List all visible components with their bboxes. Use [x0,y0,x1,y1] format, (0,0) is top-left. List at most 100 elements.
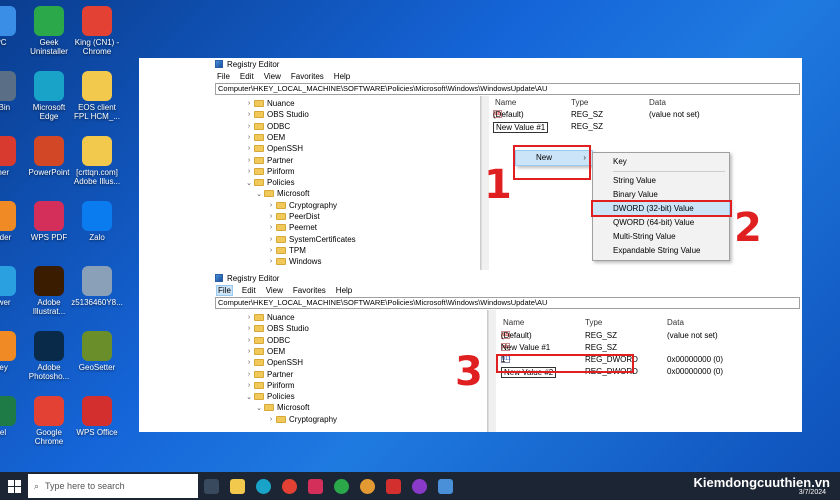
value-name-edit[interactable]: New Value #1 [493,122,549,133]
edge-icon[interactable] [250,473,276,499]
menu-item-qword-value[interactable]: QWORD (64-bit) Value [593,216,729,230]
tree-item[interactable]: › Nuance [245,98,295,109]
chevron-right-icon[interactable]: › [245,123,253,130]
desktop-icon[interactable]: WPS Office [66,396,128,437]
tree-item[interactable]: › Nuance [245,312,295,323]
menu-view[interactable]: View [263,72,282,81]
menu-favorites[interactable]: Favorites [292,286,327,295]
desktop-icon[interactable]: King (CN1) - Chrome [66,6,128,56]
tree-scrollbar[interactable] [488,310,496,432]
tree-item[interactable]: › Partner [245,155,293,166]
column-data[interactable]: Data [667,318,684,327]
menu-item-multi-string-value[interactable]: Multi-String Value [593,230,729,244]
tree-item[interactable]: › OBS Studio [245,323,309,334]
tree-item-label: Partner [267,155,294,165]
value-row[interactable]: ab (Default) REG_SZ (value not set) [489,110,802,121]
chevron-right-icon[interactable]: › [267,258,275,265]
chevron-right-icon[interactable]: › [267,416,275,423]
column-data[interactable]: Data [649,98,666,107]
address-bar[interactable]: Computer\HKEY_LOCAL_MACHINE\SOFTWARE\Pol… [215,83,800,95]
chrome-profile-icon[interactable] [354,473,380,499]
menu-favorites[interactable]: Favorites [290,72,325,81]
chevron-right-icon[interactable]: › [245,337,253,344]
task-view-icon[interactable] [198,473,224,499]
chevron-down-icon[interactable]: ⌄ [245,179,253,187]
tree-item[interactable]: › Piriform [245,380,295,391]
wps-office-icon[interactable] [380,473,406,499]
tree-item[interactable]: › Windows [267,256,322,267]
chevron-right-icon[interactable]: › [245,359,253,366]
app-icon[interactable] [302,473,328,499]
tree-item[interactable]: › OpenSSH [245,143,303,154]
column-type[interactable]: Type [571,98,588,107]
start-button[interactable] [0,472,28,500]
tree-item[interactable]: › TPM [267,245,306,256]
chrome-profile-icon[interactable] [328,473,354,499]
taskbar-search[interactable]: ⌕ Type here to search [28,474,198,498]
tree-item[interactable]: › OEM [245,346,285,357]
menu-item-key[interactable]: Key [593,155,729,169]
chevron-right-icon[interactable]: › [245,157,253,164]
chevron-right-icon[interactable]: › [267,236,275,243]
tree-item[interactable]: › ODBC [245,335,290,346]
menu-help[interactable]: Help [333,72,351,81]
chevron-right-icon[interactable]: › [245,314,253,321]
chevron-right-icon[interactable]: › [245,168,253,175]
menu-view[interactable]: View [265,286,284,295]
desktop-icon[interactable]: EOS client FPL HCM_... [66,71,128,121]
menu-edit[interactable]: Edit [239,72,255,81]
chevron-right-icon[interactable]: › [245,100,253,107]
menu-file[interactable]: File [216,284,233,296]
menu-help[interactable]: Help [335,286,353,295]
menu-file[interactable]: File [216,72,231,81]
tree-item[interactable]: › PeerDist [267,211,320,222]
tree-item[interactable]: › Partner [245,369,293,380]
desktop-icon[interactable]: GeoSetter [66,331,128,372]
menu-item-expandable-string-value[interactable]: Expandable String Value [593,244,729,258]
chevron-right-icon[interactable]: › [245,325,253,332]
tree-item[interactable]: › SystemCertificates [267,234,356,245]
desktop-icon[interactable]: [crttqn.com] Adobe Illus... [66,136,128,186]
address-bar[interactable]: Computer\HKEY_LOCAL_MACHINE\SOFTWARE\Pol… [215,297,800,309]
chevron-right-icon[interactable]: › [267,213,275,220]
column-name[interactable]: Name [503,318,524,327]
chrome-profile-icon[interactable] [406,473,432,499]
tree-item[interactable]: › Cryptography [267,200,337,211]
chevron-right-icon[interactable]: › [267,224,275,231]
tree-item[interactable]: ⌄ Policies [245,391,295,402]
tree-item[interactable]: › OBS Studio [245,109,309,120]
chevron-down-icon[interactable]: ⌄ [245,393,253,401]
tree-item[interactable]: ⌄ Policies [245,177,295,188]
chrome-icon[interactable] [276,473,302,499]
chevron-right-icon[interactable]: › [245,145,253,152]
tree-item[interactable]: › OEM [245,132,285,143]
desktop-icon-label: z5136460Y8... [71,298,123,307]
tree-item[interactable]: › Piriform [245,166,295,177]
file-explorer-icon[interactable] [224,473,250,499]
value-row[interactable]: abNew Value #1 REG_SZ [489,122,802,133]
tree-item[interactable]: ⌄ Microsoft [255,402,309,413]
chevron-right-icon[interactable]: › [245,348,253,355]
registry-editor-icon[interactable] [432,473,458,499]
menu-edit[interactable]: Edit [241,286,257,295]
chevron-right-icon[interactable]: › [245,134,253,141]
chevron-right-icon[interactable]: › [245,371,253,378]
chevron-right-icon[interactable]: › [267,247,275,254]
tree-item[interactable]: › Cryptography [267,414,337,425]
column-name[interactable]: Name [495,98,516,107]
desktop-icon[interactable]: Zalo [66,201,128,242]
chevron-down-icon[interactable]: ⌄ [255,404,263,412]
chevron-right-icon[interactable]: › [245,111,253,118]
tree-item[interactable]: ⌄ Microsoft [255,188,309,199]
chevron-down-icon[interactable]: ⌄ [255,190,263,198]
chevron-right-icon[interactable]: › [267,202,275,209]
menu-item-string-value[interactable]: String Value [593,174,729,188]
chevron-right-icon[interactable]: › [245,382,253,389]
desktop-icon[interactable]: z5136460Y8... [66,266,128,307]
tree-item[interactable]: › Peernet [267,222,317,233]
value-row[interactable]: ab (Default) REG_SZ (value not set) [496,331,802,342]
tree-item[interactable]: › ODBC [245,121,290,132]
tree-item[interactable]: › OpenSSH [245,357,303,368]
column-type[interactable]: Type [585,318,602,327]
value-row[interactable]: abNew Value #1 REG_SZ [496,343,802,354]
